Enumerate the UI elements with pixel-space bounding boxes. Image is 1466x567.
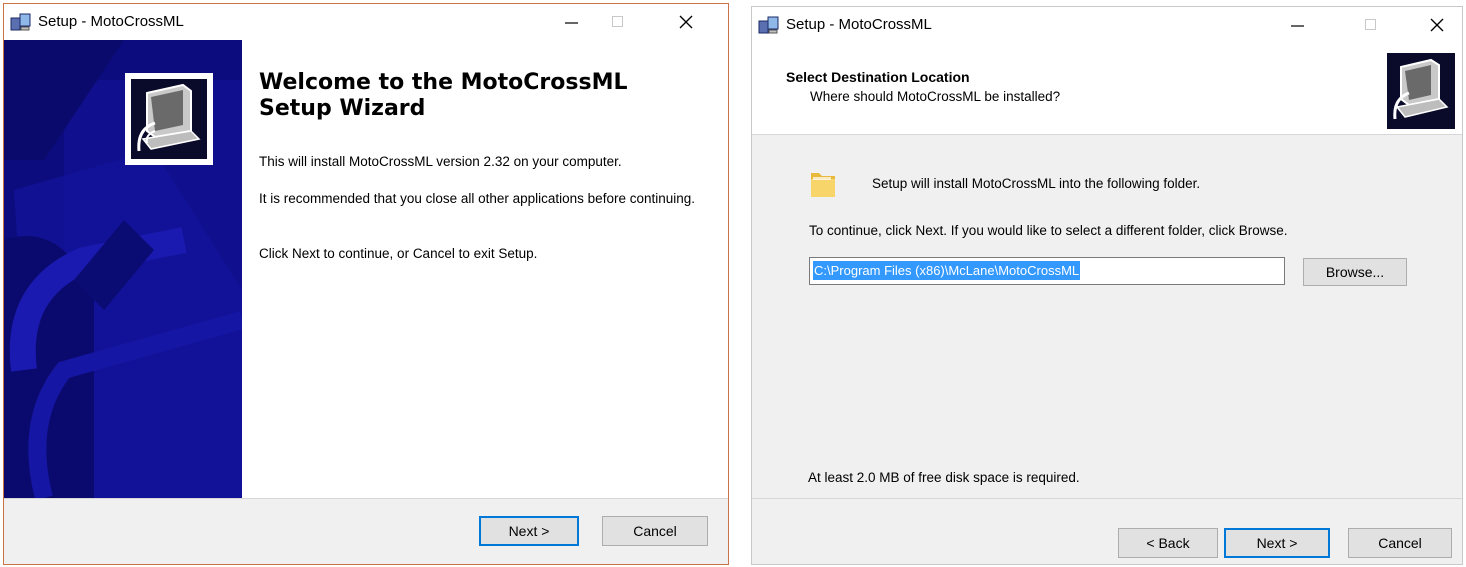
page-header: Select Destination Location Where should…	[752, 43, 1462, 135]
page-title: Select Destination Location	[786, 69, 970, 85]
cancel-button[interactable]: Cancel	[1348, 528, 1452, 558]
maximize-button[interactable]	[1348, 7, 1394, 43]
welcome-window: Setup - MotoCrossML Welcome to the MotoC…	[3, 3, 729, 565]
browse-instruction-text: To continue, click Next. If you would li…	[809, 223, 1288, 238]
cancel-button[interactable]: Cancel	[602, 516, 708, 546]
minimize-button[interactable]	[549, 4, 595, 40]
folder-icon	[809, 167, 837, 199]
window-title: Setup - MotoCrossML	[38, 13, 184, 30]
close-icon	[679, 15, 693, 29]
browse-button[interactable]: Browse...	[1303, 258, 1407, 286]
next-instruction-text: Click Next to continue, or Cancel to exi…	[259, 246, 538, 261]
maximize-icon	[1365, 19, 1376, 30]
minimize-button[interactable]	[1275, 7, 1321, 43]
install-folder-info: Setup will install MotoCrossML into the …	[872, 176, 1201, 191]
page-subtitle: Where should MotoCrossML be installed?	[810, 89, 1061, 104]
destination-window: Setup - MotoCrossML Select Destination L…	[751, 6, 1463, 565]
close-button[interactable]	[663, 4, 709, 40]
disk-space-text: At least 2.0 MB of free disk space is re…	[808, 470, 1080, 485]
setup-app-icon	[758, 15, 780, 35]
close-button[interactable]	[1414, 7, 1460, 43]
close-apps-text: It is recommended that you close all oth…	[259, 191, 696, 206]
next-button[interactable]: Next >	[479, 516, 579, 546]
computer-install-icon	[1387, 53, 1455, 129]
window-title: Setup - MotoCrossML	[786, 16, 932, 33]
maximize-button[interactable]	[595, 4, 641, 40]
minimize-icon	[1291, 25, 1304, 27]
minimize-icon	[565, 22, 578, 24]
wizard-side-panel	[4, 40, 242, 498]
title-bar[interactable]: Setup - MotoCrossML	[752, 7, 1462, 43]
computer-install-icon	[125, 73, 213, 165]
setup-app-icon	[10, 12, 32, 32]
close-icon	[1430, 18, 1444, 32]
footer-divider	[752, 498, 1462, 499]
install-path-input[interactable]: C:\Program Files (x86)\McLane\MotoCrossM…	[809, 257, 1285, 285]
back-button[interactable]: < Back	[1118, 528, 1218, 558]
title-bar[interactable]: Setup - MotoCrossML	[4, 4, 728, 40]
maximize-icon	[612, 16, 623, 27]
install-info-text: This will install MotoCrossML version 2.…	[259, 154, 622, 169]
next-button[interactable]: Next >	[1224, 528, 1330, 558]
welcome-content: Welcome to the MotoCrossML Setup Wizard …	[242, 40, 728, 498]
footer-divider	[4, 498, 728, 499]
install-path-value: C:\Program Files (x86)\McLane\MotoCrossM…	[813, 261, 1081, 280]
welcome-heading: Welcome to the MotoCrossML Setup Wizard	[259, 70, 628, 121]
